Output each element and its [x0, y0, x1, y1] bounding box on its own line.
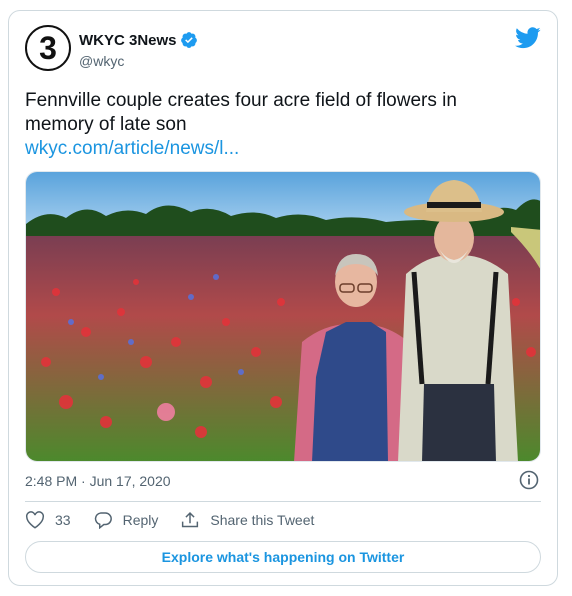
tweet-card: 3 WKYC 3News @wkyc Fennville couple crea…: [8, 10, 558, 586]
share-label: Share this Tweet: [210, 512, 315, 528]
tweet-body: Fennville couple creates four acre field…: [25, 90, 457, 135]
avatar-logo-text: 3: [39, 29, 57, 66]
share-icon: [182, 512, 199, 528]
like-button[interactable]: 33: [25, 511, 71, 529]
avatar[interactable]: 3: [25, 25, 71, 71]
info-icon[interactable]: [519, 470, 539, 495]
article-link[interactable]: wkyc.com/article/news/l...: [25, 137, 515, 161]
heart-icon: [26, 511, 44, 529]
tweet-photo[interactable]: [25, 171, 541, 462]
display-name[interactable]: WKYC 3News: [79, 32, 177, 49]
explore-twitter-button[interactable]: Explore what's happening on Twitter: [25, 541, 541, 573]
tweet-timestamp[interactable]: 2:48 PM · Jun 17, 2020: [25, 473, 171, 489]
divider: [25, 501, 541, 502]
handle[interactable]: @wkyc: [79, 53, 124, 69]
share-button[interactable]: Share this Tweet: [180, 511, 314, 529]
tweet-text: Fennville couple creates four acre field…: [25, 89, 515, 161]
author-name-row[interactable]: WKYC 3News: [79, 31, 198, 49]
verified-badge-icon: [180, 31, 198, 49]
reply-icon: [94, 512, 112, 529]
tweet-actions: 33 Reply Share this Tweet: [25, 511, 336, 529]
like-count: 33: [55, 512, 71, 528]
reply-button[interactable]: Reply: [93, 511, 159, 529]
twitter-bird-icon[interactable]: [515, 27, 541, 54]
flower-field-photo: [26, 172, 540, 461]
reply-label: Reply: [122, 512, 159, 528]
